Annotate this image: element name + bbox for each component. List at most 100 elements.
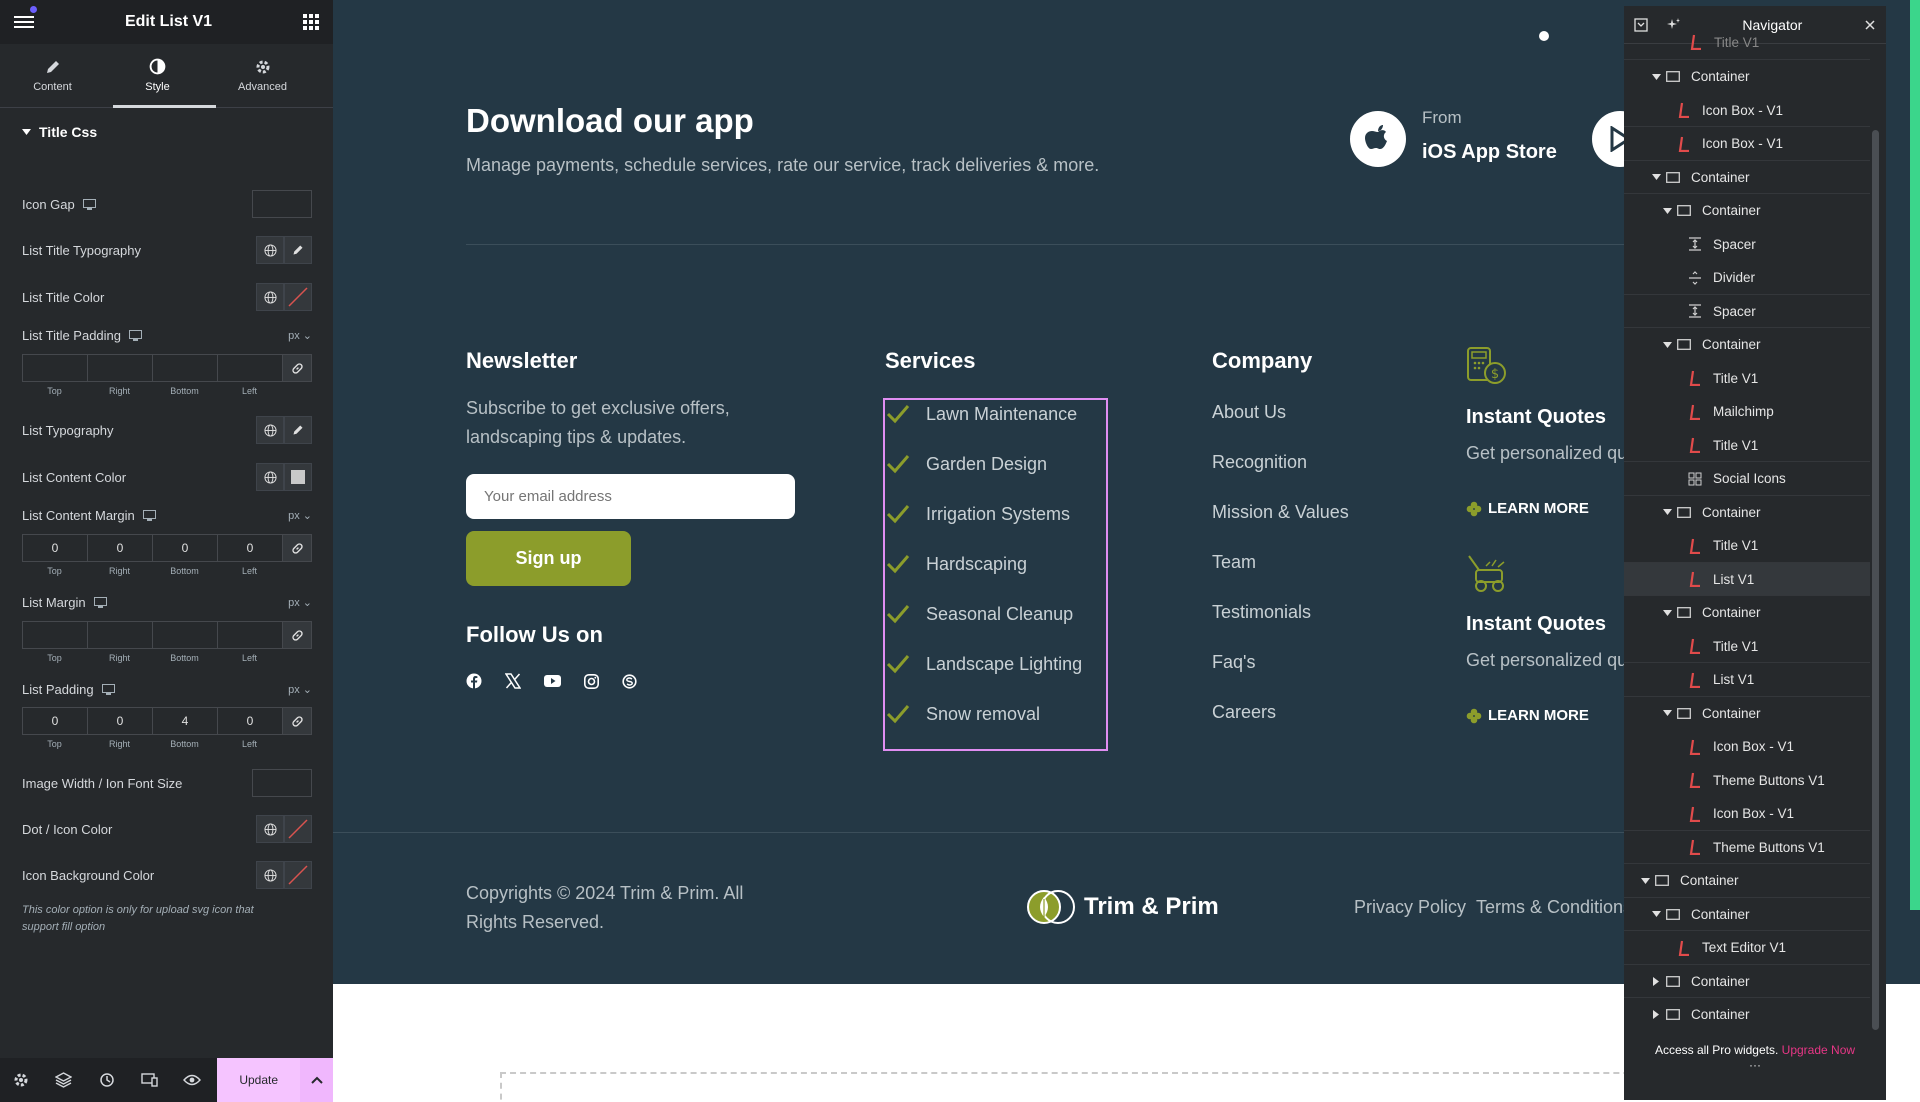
section-title-css[interactable]: Title Css [0,114,333,150]
unit-select[interactable]: px ⌄ [288,509,312,522]
tab-content[interactable]: Content [0,44,105,107]
icon-gap-input[interactable] [252,190,312,218]
nav-item[interactable]: Container [1649,965,1750,998]
unit-select[interactable]: px ⌄ [288,683,312,696]
nav-item[interactable]: Icon Box - V1 [1671,730,1794,763]
globe-icon[interactable] [256,815,284,843]
caret-down-icon[interactable] [1660,509,1674,515]
caret-down-icon[interactable] [1649,174,1663,180]
company-list-item[interactable]: Faq's [1212,652,1255,673]
desktop-icon[interactable] [82,198,96,210]
dim-left-input[interactable] [217,621,282,649]
widgets-grid-icon[interactable] [303,14,319,30]
preview-eye-icon[interactable] [170,1058,213,1102]
services-list-item[interactable]: Snow removal [886,700,1040,728]
dim-bottom-input[interactable] [152,354,217,382]
signup-button[interactable]: Sign up [466,531,631,586]
globe-icon[interactable] [256,236,284,264]
apple-icon[interactable] [1350,111,1406,167]
nav-item[interactable]: Text Editor V1 [1660,931,1786,964]
desktop-icon[interactable] [129,329,143,341]
responsive-icon[interactable] [128,1058,171,1102]
nav-item[interactable]: Title V1 [1671,630,1758,663]
more-dots-icon[interactable]: ··· [1624,1059,1886,1071]
dim-top-input[interactable]: 0 [22,707,87,735]
tab-advanced[interactable]: Advanced [210,44,315,107]
store-name[interactable]: iOS App Store [1422,141,1557,164]
dim-top-input[interactable] [22,621,87,649]
nav-item-clipped[interactable]: Title V1 [1686,32,1759,52]
dim-right-input[interactable]: 0 [87,534,152,562]
nav-item[interactable]: Mailchimp [1671,395,1774,428]
x-twitter-icon[interactable] [505,673,521,689]
dim-bottom-input[interactable]: 4 [152,707,217,735]
nav-item[interactable]: Container [1649,161,1750,194]
caret-down-icon[interactable] [1660,207,1674,214]
scrollbar-track[interactable] [1910,0,1920,910]
caret-down-icon[interactable] [1649,73,1663,80]
nav-item[interactable]: Container [1660,697,1761,730]
nav-item[interactable]: Icon Box - V1 [1660,94,1783,127]
nav-item[interactable]: Social Icons [1671,462,1786,495]
settings-gear-icon[interactable] [0,1058,43,1102]
link-icon[interactable] [282,354,312,382]
nav-item[interactable]: Theme Buttons V1 [1671,764,1825,797]
instagram-icon[interactable] [584,673,599,689]
dim-right-input[interactable]: 0 [87,707,152,735]
learn-more-link-1[interactable]: LEARN MORE [1466,500,1589,517]
youtube-icon[interactable] [544,675,561,687]
unit-select[interactable]: px ⌄ [288,329,312,342]
caret-right-icon[interactable] [1649,976,1663,986]
company-list-item[interactable]: About Us [1212,402,1286,423]
company-list-item[interactable]: Testimonials [1212,602,1311,623]
dim-right-input[interactable] [87,621,152,649]
indicators-icon[interactable] [1666,17,1681,32]
globe-icon[interactable] [256,463,284,491]
nav-item[interactable]: Spacer [1671,228,1756,261]
dim-top-input[interactable]: 0 [22,534,87,562]
nav-item[interactable]: Spacer [1671,295,1756,328]
link-icon[interactable] [282,621,312,649]
site-logo[interactable]: Trim & Prim [1026,889,1219,925]
email-input[interactable] [466,474,795,519]
company-list-item[interactable]: Recognition [1212,452,1307,473]
caret-down-icon[interactable] [1649,911,1663,917]
color-swatch-empty[interactable] [284,861,312,889]
edit-pencil-icon[interactable] [284,416,312,444]
nav-item[interactable]: Container [1660,328,1761,361]
dim-left-input[interactable] [217,354,282,382]
facebook-icon[interactable] [466,673,482,689]
services-list-item[interactable]: Garden Design [886,450,1047,478]
nav-item[interactable]: List V1 [1671,663,1754,696]
layers-icon[interactable] [43,1058,86,1102]
services-list-item[interactable]: Hardscaping [886,550,1027,578]
navigator-scrollbar[interactable] [1872,130,1879,1030]
caret-right-icon[interactable] [1649,1010,1663,1019]
nav-item[interactable]: Title V1 [1671,429,1758,462]
nav-item[interactable]: Icon Box - V1 [1671,797,1794,830]
dim-top-input[interactable] [22,354,87,382]
hamburger-menu-icon[interactable] [14,14,34,30]
services-list-item[interactable]: Landscape Lighting [886,650,1082,678]
dim-left-input[interactable]: 0 [217,707,282,735]
color-swatch-grey[interactable] [284,463,312,491]
globe-icon[interactable] [256,283,284,311]
history-icon[interactable] [85,1058,128,1102]
learn-more-link-2[interactable]: LEARN MORE [1466,707,1589,724]
nav-item[interactable]: List V1 [1671,563,1754,596]
caret-down-icon[interactable] [1638,877,1652,884]
caret-down-icon[interactable] [1660,341,1674,348]
services-list-item[interactable]: Irrigation Systems [886,500,1070,528]
desktop-icon[interactable] [101,683,115,695]
image-width-input[interactable] [252,769,312,797]
terms-link[interactable]: Terms & Conditions [1476,897,1632,918]
dim-right-input[interactable] [87,354,152,382]
slider-dot[interactable] [1539,31,1549,41]
nav-item[interactable]: Theme Buttons V1 [1671,831,1825,864]
services-list-item[interactable]: Lawn Maintenance [886,400,1077,428]
nav-item[interactable]: Title V1 [1671,362,1758,395]
nav-item[interactable]: Container [1649,60,1750,93]
tab-style[interactable]: Style [105,44,216,108]
nav-item[interactable]: Title V1 [1671,529,1758,562]
nav-item[interactable]: Container [1660,596,1761,629]
